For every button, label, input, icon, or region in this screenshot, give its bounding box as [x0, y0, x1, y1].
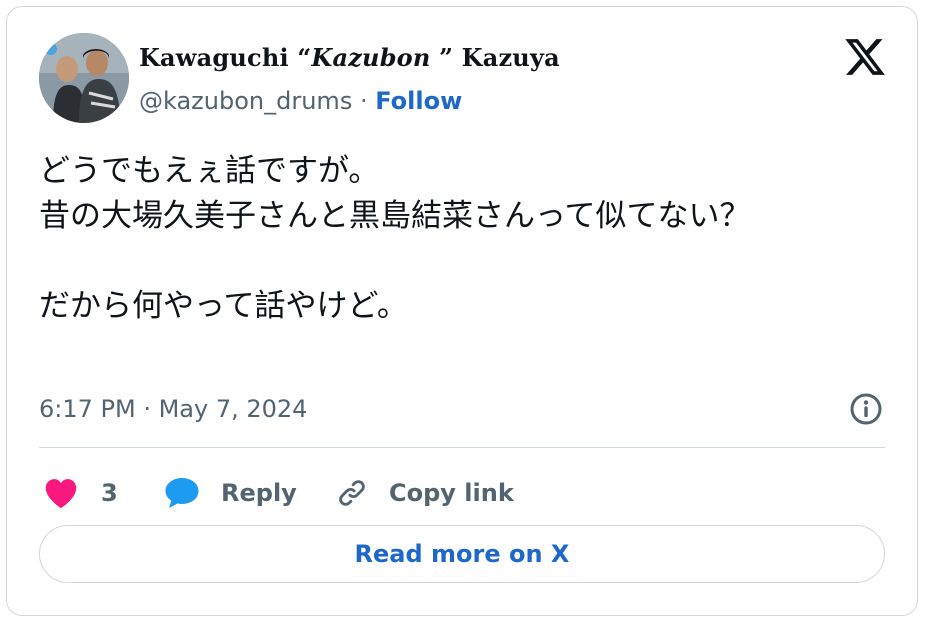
separator-dot: ·	[359, 87, 368, 115]
read-more-button[interactable]: Read more on X	[39, 525, 885, 583]
avatar[interactable]	[39, 33, 129, 123]
divider	[39, 447, 885, 448]
handle-row: @kazubon_drums · Follow	[139, 87, 462, 115]
tweet-card: Kawaguchi “Kazubon ” Kazuya @kazubon_dru…	[6, 6, 918, 616]
link-icon	[335, 476, 369, 510]
copy-link-label: Copy link	[389, 479, 514, 507]
display-name-part2: ” Kazuya	[430, 43, 560, 72]
user-handle[interactable]: @kazubon_drums	[139, 87, 352, 115]
heart-icon	[43, 477, 79, 509]
reply-label: Reply	[221, 479, 297, 507]
copy-link-button[interactable]: Copy link	[335, 465, 514, 521]
tweet-timestamp[interactable]: 6:17 PM · May 7, 2024	[39, 395, 307, 423]
display-name-part1: Kawaguchi “	[139, 43, 312, 72]
x-logo-icon[interactable]	[843, 35, 887, 79]
reply-button[interactable]: Reply	[163, 465, 297, 521]
tweet-text: どうでもえぇ話ですが。 昔の大場久美子さんと黒島結菜さんって似てない？ だから何…	[39, 153, 751, 324]
like-count: 3	[101, 479, 118, 507]
info-icon[interactable]	[849, 392, 883, 426]
follow-link[interactable]: Follow	[375, 87, 462, 115]
display-name[interactable]: Kawaguchi “Kazubon ” Kazuya	[139, 43, 560, 72]
like-button[interactable]: 3	[43, 465, 118, 521]
display-name-nickname: Kazubon	[311, 43, 431, 72]
speech-bubble-icon	[163, 476, 201, 510]
action-bar: 3 Reply Copy link	[39, 465, 885, 521]
